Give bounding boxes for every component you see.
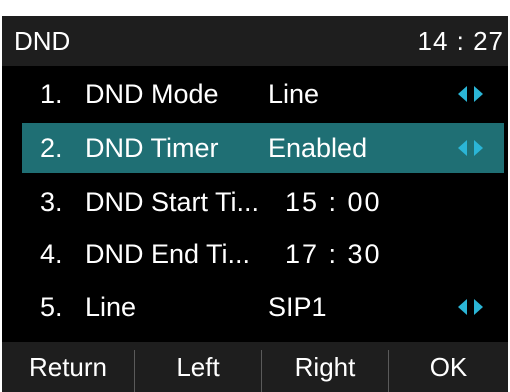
item-number: 2. [40, 133, 63, 163]
item-value: Enabled [268, 133, 368, 163]
time-value-field[interactable]: 17 : 30 [285, 238, 382, 270]
option-arrows[interactable] [458, 140, 488, 156]
triangle-right-icon[interactable] [474, 299, 483, 315]
menu-item-dnd-end-time[interactable]: 4. DND End Ti... 17 : 30 [2, 229, 508, 279]
menu-item-dnd-start-time[interactable]: 3. DND Start Ti... 15 : 00 [2, 177, 508, 227]
item-label: DND Mode [85, 79, 219, 109]
triangle-right-icon[interactable] [474, 140, 483, 156]
ok-softkey[interactable]: OK [389, 342, 508, 392]
left-softkey[interactable]: Left [135, 342, 261, 392]
menu-item-line[interactable]: 5. Line SIP1 [2, 282, 508, 332]
item-value: SIP1 [268, 292, 327, 322]
item-number: 4. [40, 239, 63, 269]
screen-title: DND [14, 26, 71, 56]
option-arrows[interactable] [458, 299, 488, 315]
return-softkey[interactable]: Return [2, 342, 134, 392]
item-label: Line [85, 292, 137, 322]
item-value: Line [268, 79, 320, 109]
phone-screen: DND 14 : 27 1. DND Mode Line 2. DND Time… [0, 0, 510, 392]
dnd-settings-list: 1. DND Mode Line 2. DND Timer Enabled 3.… [2, 66, 508, 342]
menu-item-dnd-timer[interactable]: 2. DND Timer Enabled [22, 123, 504, 173]
softkey-bar: Return Left Right OK [2, 342, 508, 392]
item-label: DND End Ti... [85, 239, 251, 269]
item-number: 5. [40, 292, 63, 322]
clock: 14 : 27 [417, 26, 504, 56]
menu-item-dnd-mode[interactable]: 1. DND Mode Line [2, 69, 508, 119]
triangle-left-icon[interactable] [458, 140, 467, 156]
item-number: 3. [40, 187, 63, 217]
item-label: DND Timer [85, 133, 219, 163]
right-softkey[interactable]: Right [262, 342, 388, 392]
triangle-left-icon[interactable] [458, 86, 467, 102]
time-value-field[interactable]: 15 : 00 [285, 186, 382, 218]
title-bar: DND 14 : 27 [2, 16, 508, 66]
item-number: 1. [40, 79, 63, 109]
item-label: DND Start Ti... [85, 187, 260, 217]
triangle-right-icon[interactable] [474, 86, 483, 102]
triangle-left-icon[interactable] [458, 299, 467, 315]
option-arrows[interactable] [458, 86, 488, 102]
